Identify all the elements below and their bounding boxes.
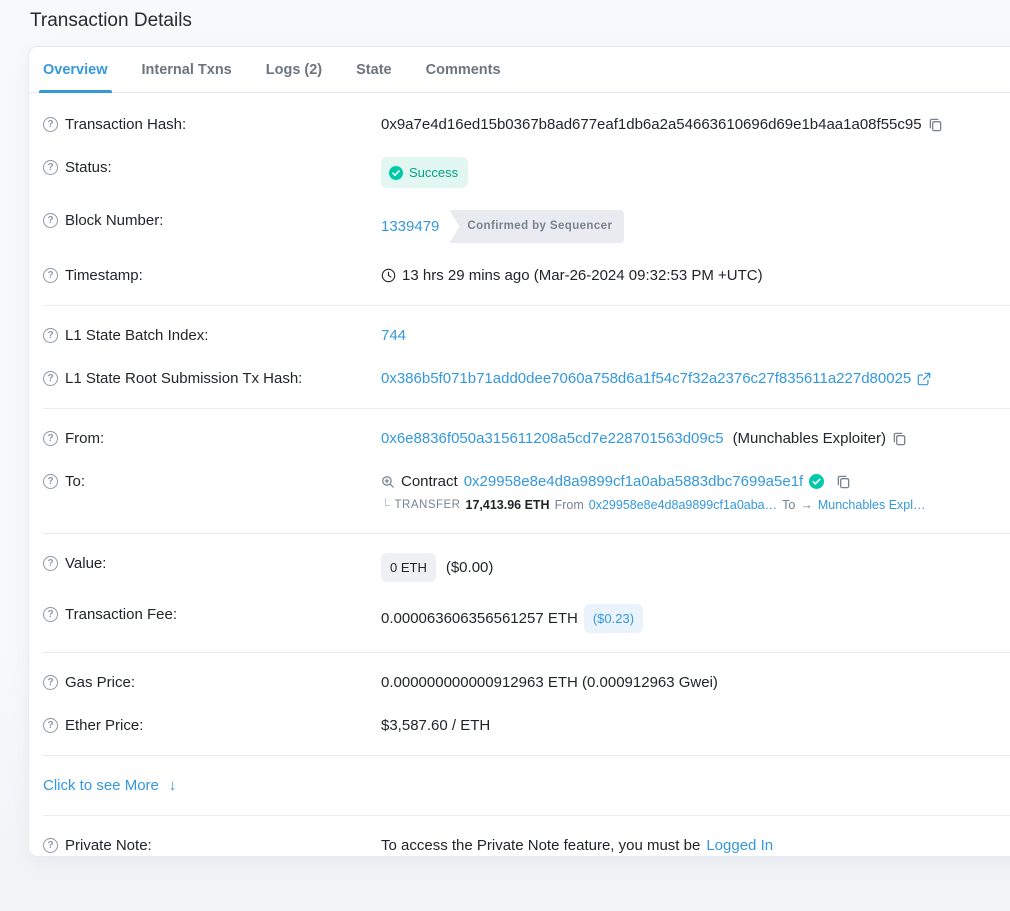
timestamp-value: 13 hrs 29 mins ago (Mar-26-2024 09:32:53… (402, 265, 763, 286)
l1-state-root-tx-hash-label: L1 State Root Submission Tx Hash: (65, 368, 302, 389)
divider (43, 815, 1010, 816)
transfer-to-link[interactable]: Munchables Expl… (818, 497, 926, 514)
from-name-tag: (Munchables Exploiter) (733, 428, 886, 449)
help-icon[interactable]: ? (43, 838, 58, 853)
transaction-fee-usd-badge: ($0.23) (584, 604, 643, 633)
page-title: Transaction Details (30, 8, 1010, 32)
tab-comments[interactable]: Comments (426, 47, 501, 92)
to-address-link[interactable]: 0x29958e8e4d8a9899cf1a0aba5883dbc7699a5e… (464, 471, 804, 492)
row-ether-price: ? Ether Price: $3,587.60 / ETH (43, 704, 1010, 747)
transaction-details-card: Overview Internal Txns Logs (2) State Co… (28, 46, 1010, 857)
help-icon[interactable]: ? (43, 371, 58, 386)
divider (43, 305, 1010, 306)
ether-price-label: Ether Price: (65, 715, 143, 736)
tab-overview[interactable]: Overview (43, 47, 108, 92)
row-status: ? Status: Success (43, 146, 1010, 199)
row-private-note: ? Private Note: To access the Private No… (43, 824, 1010, 857)
help-icon[interactable]: ? (43, 117, 58, 132)
transaction-hash-value: 0x9a7e4d16ed15b0367b8ad677eaf1db6a2a5466… (381, 114, 922, 135)
transaction-fee-label: Transaction Fee: (65, 604, 177, 625)
page: Transaction Details Overview Internal Tx… (0, 0, 1010, 857)
private-note-text: To access the Private Note feature, you … (381, 835, 700, 856)
clock-icon (381, 268, 396, 283)
block-number-link[interactable]: 1339479 (381, 216, 439, 237)
row-transaction-fee: ? Transaction Fee: 0.000063606356561257 … (43, 593, 1010, 644)
help-icon[interactable]: ? (43, 268, 58, 283)
row-value: ? Value: 0 ETH ($0.00) (43, 542, 1010, 593)
private-note-label: Private Note: (65, 835, 152, 856)
transaction-hash-label: Transaction Hash: (65, 114, 186, 135)
transfer-from-link[interactable]: 0x29958e8e4d8a9899cf1a0aba… (589, 497, 777, 514)
transfer-action: TRANSFER (395, 497, 461, 514)
gas-price-label: Gas Price: (65, 672, 135, 693)
block-number-label: Block Number: (65, 210, 163, 231)
to-label: To: (65, 471, 85, 492)
from-label: From: (65, 428, 104, 449)
divider (43, 652, 1010, 653)
tab-internal-txns[interactable]: Internal Txns (142, 47, 232, 92)
logged-in-link[interactable]: Logged In (706, 835, 773, 856)
divider (43, 408, 1010, 409)
verified-check-icon (809, 474, 824, 489)
value-label: Value: (65, 553, 106, 574)
help-icon[interactable]: ? (43, 675, 58, 690)
help-icon[interactable]: ? (43, 718, 58, 733)
tab-logs[interactable]: Logs (2) (266, 47, 322, 92)
status-label: Status: (65, 157, 112, 178)
arrow-down-icon: ↓ (169, 777, 177, 794)
l1-state-batch-index-label: L1 State Batch Index: (65, 325, 208, 346)
external-link-icon[interactable] (917, 372, 931, 386)
row-transaction-hash: ? Transaction Hash: 0x9a7e4d16ed15b0367b… (43, 103, 1010, 146)
help-icon[interactable]: ? (43, 328, 58, 343)
help-icon[interactable]: ? (43, 431, 58, 446)
tab-state[interactable]: State (356, 47, 391, 92)
row-timestamp: ? Timestamp: 13 hrs 29 mins ago (Mar-26-… (43, 254, 1010, 297)
transfer-subrow: └ TRANSFER 17,413.96 ETH From 0x29958e8e… (381, 497, 1010, 514)
row-from: ? From: 0x6e8836f050a315611208a5cd7e2287… (43, 417, 1010, 460)
copy-icon[interactable] (836, 474, 851, 489)
help-icon[interactable]: ? (43, 474, 58, 489)
l1-state-batch-index-link[interactable]: 744 (381, 325, 406, 346)
copy-icon[interactable] (892, 431, 907, 446)
magnifier-icon[interactable] (381, 475, 395, 489)
check-circle-icon (389, 166, 403, 180)
l1-state-root-tx-hash-link[interactable]: 0x386b5f071b71add0dee7060a758d6a1f54c7f3… (381, 368, 911, 389)
help-icon[interactable]: ? (43, 160, 58, 175)
help-icon[interactable]: ? (43, 607, 58, 622)
to-contract-prefix: Contract (401, 471, 458, 492)
gas-price-value: 0.000000000000912963 ETH (0.000912963 Gw… (381, 672, 718, 693)
value-amount-badge: 0 ETH (381, 553, 436, 582)
transfer-amount: 17,413.96 ETH (466, 497, 550, 514)
confirmed-by-sequencer-badge: Confirmed by Sequencer (449, 210, 624, 243)
divider (43, 533, 1010, 534)
help-icon[interactable]: ? (43, 556, 58, 571)
help-icon[interactable]: ? (43, 213, 58, 228)
arrow-right-icon: → (800, 497, 813, 514)
transaction-fee-amount: 0.000063606356561257 ETH (381, 608, 578, 629)
divider (43, 755, 1010, 756)
status-badge: Success (381, 157, 468, 188)
row-l1-state-root-tx-hash: ? L1 State Root Submission Tx Hash: 0x38… (43, 357, 1010, 400)
from-address-link[interactable]: 0x6e8836f050a315611208a5cd7e228701563d09… (381, 428, 724, 449)
timestamp-label: Timestamp: (65, 265, 143, 286)
see-more-link[interactable]: Click to see More ↓ (43, 764, 176, 807)
row-to: ? To: Contract 0x29958e8e4d8a9899cf1a0ab… (43, 460, 1010, 525)
corner-icon: └ (381, 497, 390, 514)
overview-panel: ? Transaction Hash: 0x9a7e4d16ed15b0367b… (29, 93, 1010, 857)
tabbar: Overview Internal Txns Logs (2) State Co… (29, 47, 1010, 93)
value-usd: ($0.00) (446, 557, 494, 578)
row-block-number: ? Block Number: 1339479 Confirmed by Seq… (43, 199, 1010, 254)
row-l1-state-batch-index: ? L1 State Batch Index: 744 (43, 314, 1010, 357)
row-gas-price: ? Gas Price: 0.000000000000912963 ETH (0… (43, 661, 1010, 704)
ether-price-value: $3,587.60 / ETH (381, 715, 490, 736)
copy-icon[interactable] (928, 117, 943, 132)
